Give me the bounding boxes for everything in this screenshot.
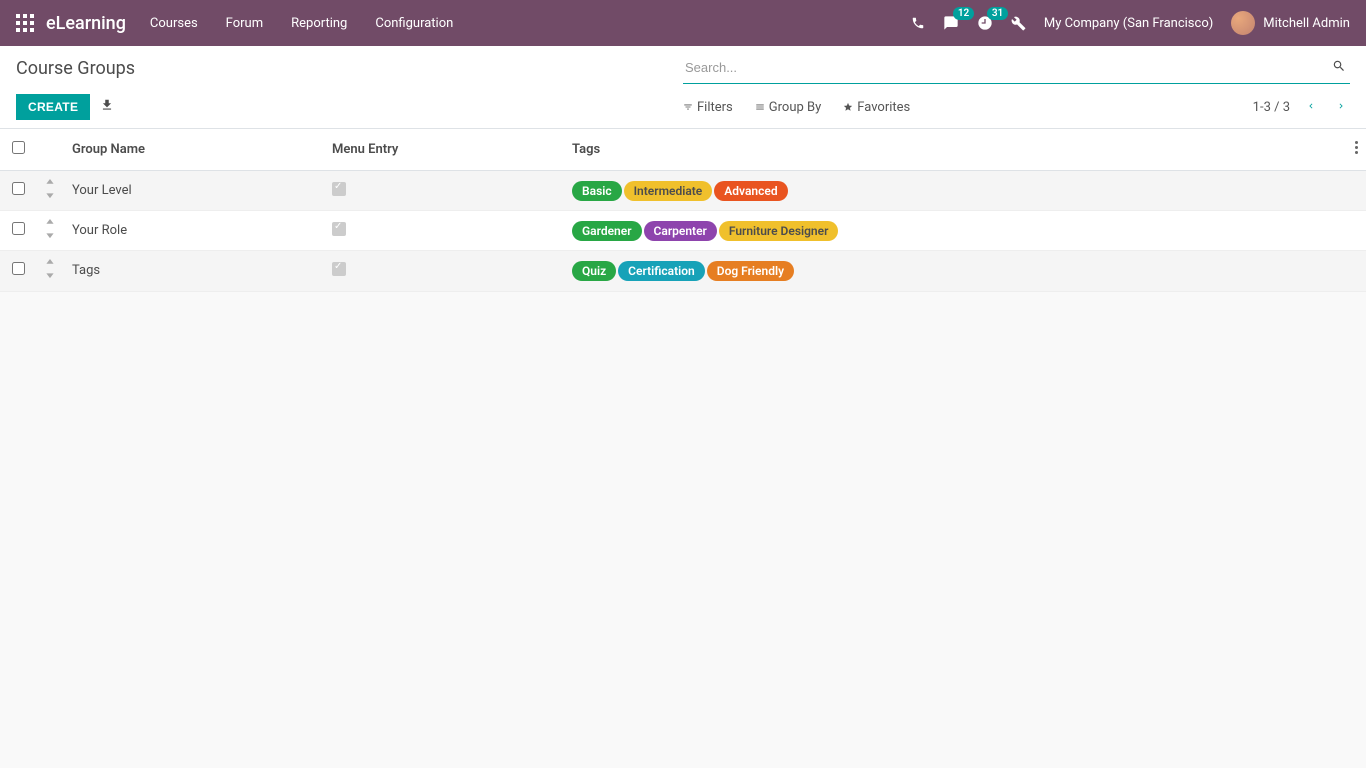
cell-tags: GardenerCarpenterFurniture Designer: [564, 211, 1336, 251]
table-row[interactable]: Your Role GardenerCarpenterFurniture Desi…: [0, 211, 1366, 251]
activities-badge: 31: [987, 7, 1008, 20]
tag-badge[interactable]: Intermediate: [624, 181, 713, 201]
breadcrumb: Course Groups: [16, 58, 683, 79]
systray: 12 31 My Company (San Francisco) Mitchel…: [911, 11, 1350, 35]
col-header-tags[interactable]: Tags: [564, 129, 1336, 171]
user-name: Mitchell Admin: [1263, 16, 1350, 31]
checkbox-checked-icon: [332, 262, 346, 276]
row-checkbox[interactable]: [12, 222, 25, 235]
tag-badge[interactable]: Certification: [618, 261, 705, 281]
tag-badge[interactable]: Carpenter: [644, 221, 717, 241]
cell-group-name[interactable]: Your Level: [64, 171, 324, 211]
filters-dropdown[interactable]: Filters: [683, 100, 733, 115]
avatar: [1231, 11, 1255, 35]
col-header-name[interactable]: Group Name: [64, 129, 324, 171]
tag-badge[interactable]: Basic: [572, 181, 622, 201]
list-view: Group Name Menu Entry Tags Your Level Bas…: [0, 129, 1366, 292]
pager-next-icon[interactable]: [1332, 98, 1350, 117]
top-navbar: eLearning Courses Forum Reporting Config…: [0, 0, 1366, 46]
apps-icon[interactable]: [16, 14, 34, 32]
col-options-icon[interactable]: [1336, 129, 1366, 171]
select-all-checkbox[interactable]: [12, 141, 25, 154]
tag-badge[interactable]: Dog Friendly: [707, 261, 794, 281]
groupby-label: Group By: [769, 100, 822, 115]
export-icon[interactable]: [100, 98, 114, 116]
company-selector[interactable]: My Company (San Francisco): [1044, 16, 1213, 31]
groupby-dropdown[interactable]: Group By: [755, 100, 822, 115]
search-input[interactable]: [683, 56, 1328, 79]
table-row[interactable]: Your Level BasicIntermediateAdvanced: [0, 171, 1366, 211]
checkbox-checked-icon: [332, 182, 346, 196]
tag-badge[interactable]: Quiz: [572, 261, 616, 281]
cell-menu-entry: [324, 171, 564, 211]
search-icon[interactable]: [1328, 59, 1350, 77]
cell-tags: BasicIntermediateAdvanced: [564, 171, 1336, 211]
user-menu[interactable]: Mitchell Admin: [1231, 11, 1350, 35]
messages-icon[interactable]: 12: [943, 15, 959, 31]
tag-badge[interactable]: Gardener: [572, 221, 642, 241]
debug-icon[interactable]: [1011, 16, 1026, 31]
checkbox-checked-icon: [332, 222, 346, 236]
cell-group-name[interactable]: Tags: [64, 251, 324, 291]
create-button[interactable]: CREATE: [16, 94, 90, 120]
drag-handle-icon[interactable]: [36, 211, 64, 251]
nav-reporting[interactable]: Reporting: [291, 16, 347, 31]
tag-badge[interactable]: Furniture Designer: [719, 221, 839, 241]
favorites-dropdown[interactable]: Favorites: [843, 100, 910, 115]
pager-prev-icon[interactable]: [1302, 98, 1320, 117]
row-checkbox[interactable]: [12, 262, 25, 275]
nav-courses[interactable]: Courses: [150, 16, 198, 31]
row-checkbox[interactable]: [12, 182, 25, 195]
drag-handle-icon[interactable]: [36, 171, 64, 211]
nav-menu: Courses Forum Reporting Configuration: [150, 16, 453, 31]
pager: 1-3 / 3: [1253, 98, 1350, 117]
cell-menu-entry: [324, 211, 564, 251]
filters-label: Filters: [697, 100, 733, 115]
cell-tags: QuizCertificationDog Friendly: [564, 251, 1336, 291]
app-brand[interactable]: eLearning: [46, 13, 126, 34]
col-header-menu[interactable]: Menu Entry: [324, 129, 564, 171]
nav-forum[interactable]: Forum: [226, 16, 263, 31]
tag-badge[interactable]: Advanced: [714, 181, 787, 201]
control-panel: Course Groups CREATE Filters: [0, 46, 1366, 129]
phone-icon[interactable]: [911, 16, 925, 30]
activities-icon[interactable]: 31: [977, 15, 993, 31]
search-box[interactable]: [683, 54, 1350, 84]
drag-handle-icon[interactable]: [36, 251, 64, 291]
nav-configuration[interactable]: Configuration: [375, 16, 453, 31]
messages-badge: 12: [953, 7, 974, 20]
table-row[interactable]: Tags QuizCertificationDog Friendly: [0, 251, 1366, 291]
cell-menu-entry: [324, 251, 564, 291]
pager-text[interactable]: 1-3 / 3: [1253, 100, 1290, 115]
favorites-label: Favorites: [857, 100, 910, 115]
cell-group-name[interactable]: Your Role: [64, 211, 324, 251]
